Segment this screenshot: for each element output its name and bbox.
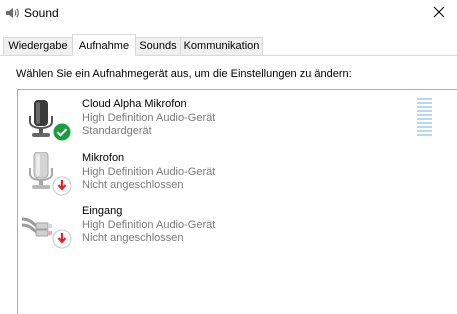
close-button[interactable]	[421, 0, 457, 26]
line-in-cable-icon	[20, 205, 76, 253]
tab-aufnahme[interactable]: Aufnahme	[72, 34, 136, 56]
device-status: Nicht angeschlossen	[82, 179, 184, 191]
device-driver: High Definition Audio-Gerät	[82, 112, 216, 124]
window-title: Sound	[24, 6, 59, 20]
microphone-icon	[20, 98, 76, 146]
device-driver: High Definition Audio-Gerät	[82, 219, 216, 231]
disconnected-arrow-icon	[52, 176, 72, 199]
disconnected-arrow-icon	[52, 229, 72, 252]
device-item-cloud-alpha[interactable]: Cloud Alpha Mikrofon High Definition Aud…	[20, 98, 280, 148]
tab-sounds[interactable]: Sounds	[135, 37, 181, 55]
microphone-icon	[20, 151, 76, 200]
instruction-text: Wählen Sie ein Aufnahmegerät aus, um die…	[16, 68, 352, 80]
device-name: Cloud Alpha Mikrofon	[82, 98, 187, 110]
tab-kommunikation[interactable]: Kommunikation	[180, 37, 263, 55]
device-name: Mikrofon	[82, 152, 125, 164]
device-name: Eingang	[82, 205, 123, 217]
device-driver: High Definition Audio-Gerät	[82, 166, 216, 178]
device-item-mikrofon[interactable]: Mikrofon High Definition Audio-Gerät Nic…	[20, 151, 280, 202]
speaker-icon	[4, 5, 20, 21]
tab-wiedergabe[interactable]: Wiedergabe	[3, 37, 73, 55]
title-bar: Sound	[0, 0, 457, 26]
default-checkmark-icon	[52, 122, 72, 145]
list-scroll-indicator	[417, 98, 432, 140]
tab-divider	[0, 55, 457, 56]
close-icon	[433, 6, 445, 21]
device-status: Standardgerät	[82, 125, 152, 137]
device-status: Nicht angeschlossen	[82, 232, 184, 244]
device-item-eingang[interactable]: Eingang High Definition Audio-Gerät Nich…	[20, 205, 280, 255]
